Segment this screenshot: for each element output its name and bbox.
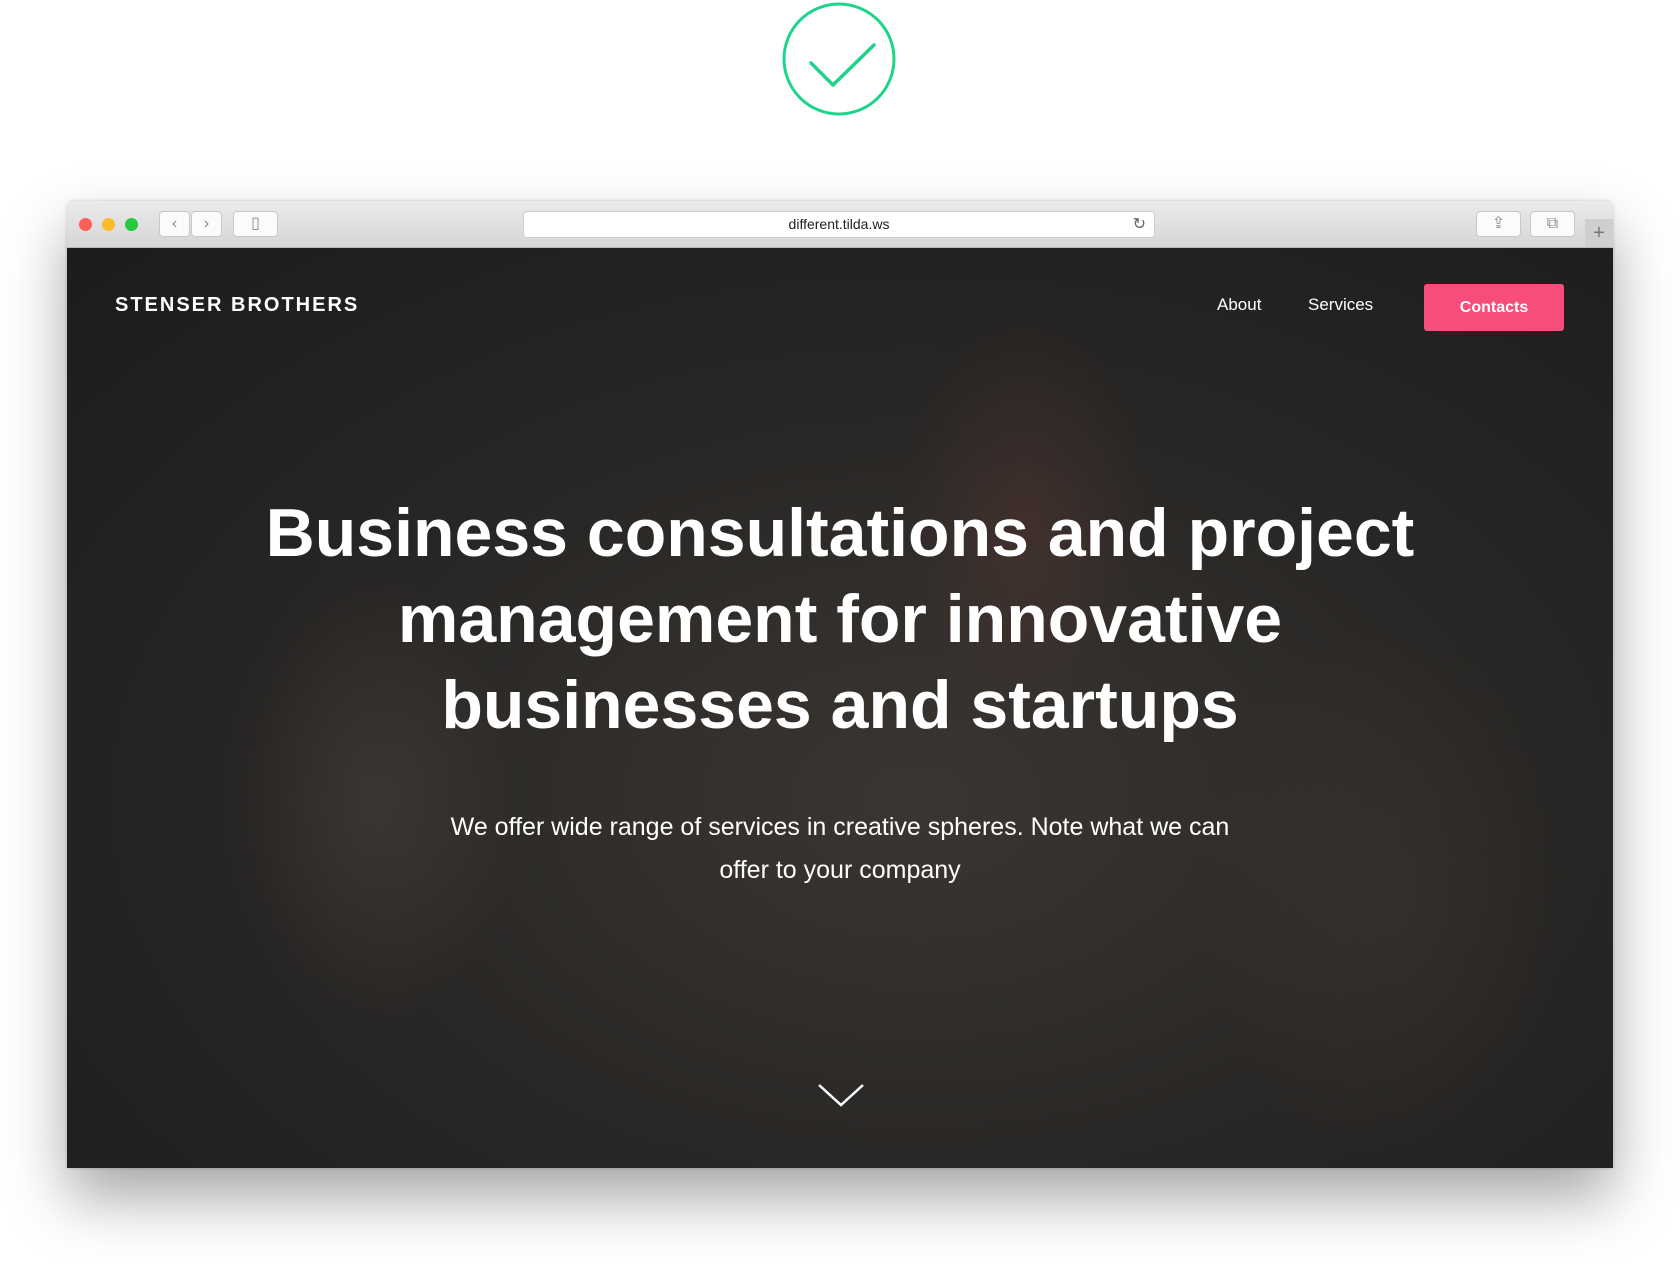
site-logo[interactable]: STENSER BROTHERS [115, 294, 359, 317]
back-icon[interactable]: ‹ [159, 211, 190, 237]
hero-section: STENSER BROTHERS About Services Contacts… [67, 248, 1613, 1168]
contacts-button[interactable]: Contacts [1424, 284, 1564, 331]
maximize-window-button[interactable] [125, 218, 138, 231]
reload-icon[interactable]: ↻ [1133, 212, 1146, 237]
hero-subtitle: We offer wide range of services in creat… [450, 813, 1230, 884]
close-window-button[interactable] [79, 218, 92, 231]
new-tab-icon[interactable]: + [1585, 219, 1613, 247]
url-text: different.tilda.ws [788, 216, 890, 232]
minimize-window-button[interactable] [102, 218, 115, 231]
browser-window: ‹ › ▯ different.tilda.ws ↻ ⇪ ⧉ + STENSER… [67, 201, 1613, 1168]
chevron-down-icon[interactable] [816, 1080, 866, 1110]
tabs-icon[interactable]: ⧉ [1530, 211, 1575, 237]
browser-toolbar: ‹ › ▯ different.tilda.ws ↻ ⇪ ⧉ + [67, 201, 1613, 248]
hero-title: Business consultations and project manag… [265, 495, 1415, 743]
sidebar-icon[interactable]: ▯ [233, 211, 278, 237]
success-check-icon [782, 2, 896, 116]
share-icon[interactable]: ⇪ [1476, 211, 1521, 237]
nav-about[interactable]: About [1217, 295, 1261, 315]
address-bar[interactable]: different.tilda.ws ↻ [523, 211, 1155, 238]
forward-icon[interactable]: › [191, 211, 222, 237]
nav-services[interactable]: Services [1308, 295, 1373, 315]
